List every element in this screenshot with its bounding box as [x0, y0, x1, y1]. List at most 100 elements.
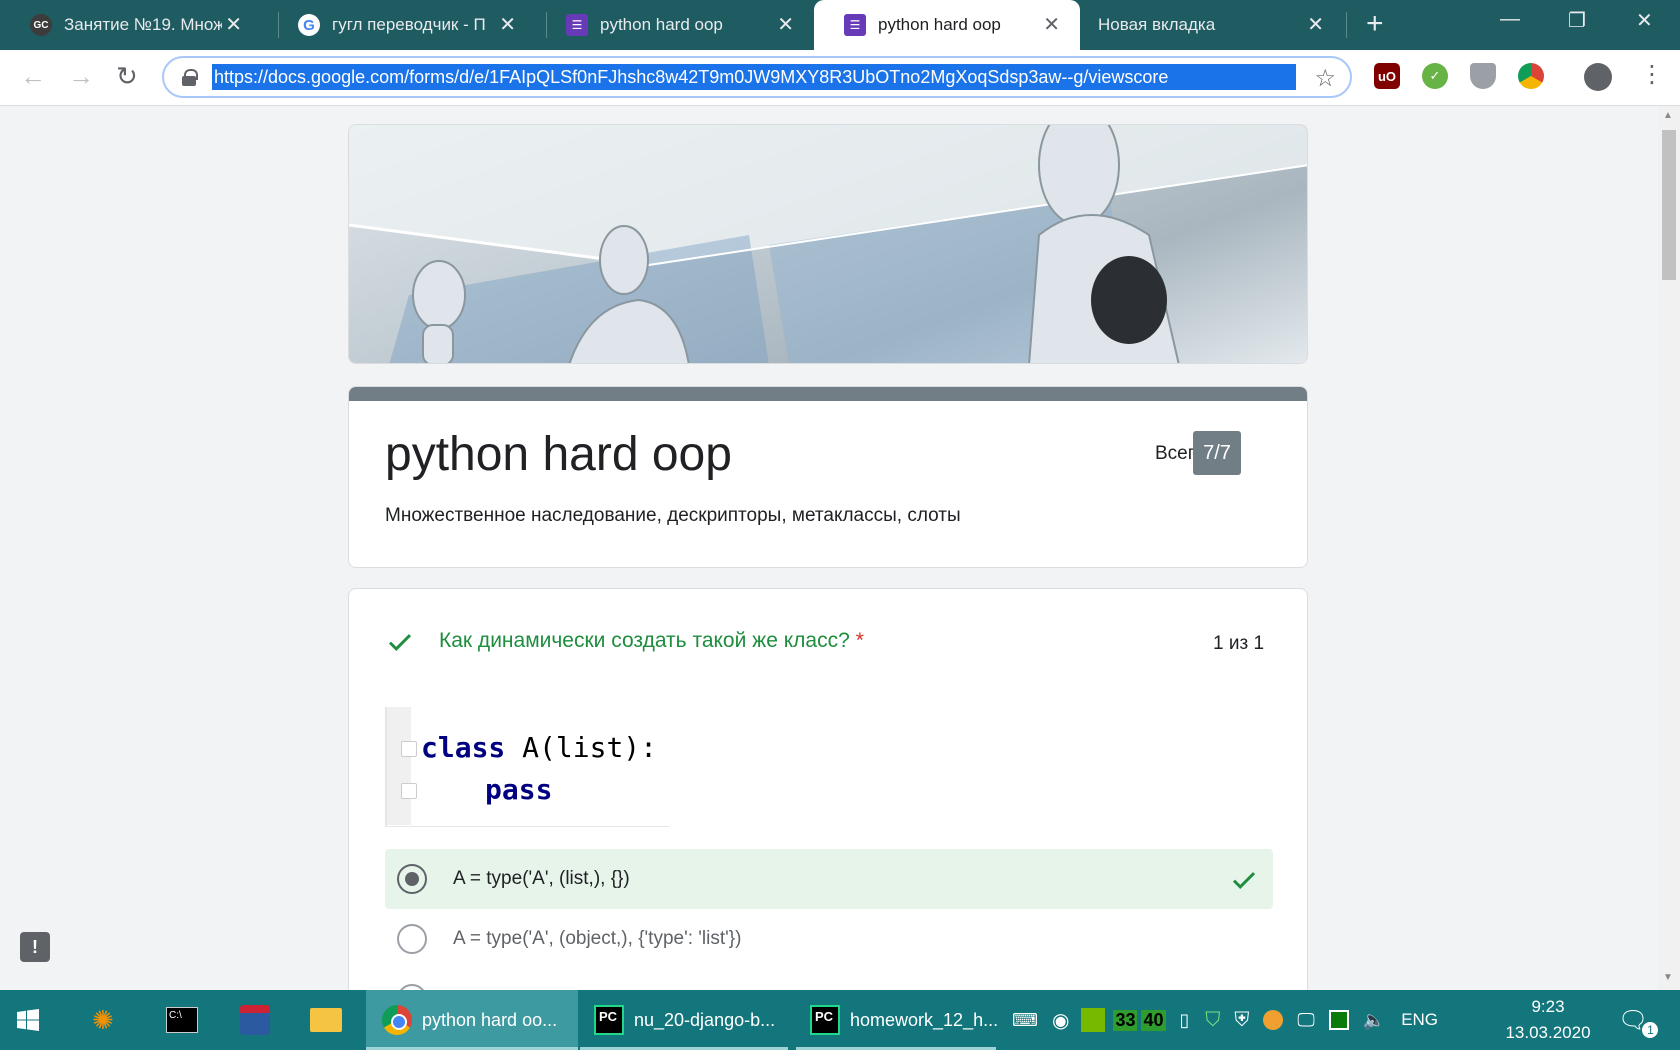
- tab-title: гугл переводчик - П: [332, 15, 486, 34]
- cpu-temp-indicator[interactable]: 40: [1141, 1009, 1166, 1031]
- lizard-app-icon[interactable]: ✺: [92, 990, 132, 1050]
- question-points: 1 из 1: [1213, 633, 1265, 654]
- close-tab-icon[interactable]: ✕: [777, 15, 794, 35]
- scroll-up-arrow-icon[interactable]: ▲: [1663, 110, 1673, 121]
- forward-button[interactable]: →: [68, 62, 94, 90]
- editor-gutter: [387, 707, 411, 825]
- page-scrollbar[interactable]: ▲ ▼: [1658, 106, 1680, 990]
- adguard-check-icon[interactable]: ✓: [1422, 63, 1448, 89]
- question-code-image: class A(list): pass: [385, 707, 669, 827]
- lock-icon[interactable]: [182, 69, 198, 86]
- taskbar-app-label: nu_20-django-b...: [634, 1009, 776, 1030]
- google-icon: G: [298, 14, 320, 36]
- tab-5[interactable]: Новая вкладка ✕: [1082, 0, 1344, 50]
- google-forms-icon: ☰: [566, 14, 588, 36]
- gc-logo-icon: GC: [30, 14, 52, 36]
- required-asterisk: *: [855, 629, 864, 652]
- address-bar[interactable]: https://docs.google.com/forms/d/e/1FAIpQ…: [162, 56, 1352, 98]
- orange-app-icon[interactable]: [1263, 1010, 1284, 1030]
- tab-title: Новая вкладка: [1098, 15, 1216, 34]
- pycharm-icon: PC: [810, 1005, 840, 1035]
- minimize-window-button[interactable]: —: [1500, 8, 1520, 31]
- fold-marker-icon: [401, 783, 417, 799]
- steam-icon[interactable]: ◉: [1052, 1008, 1069, 1033]
- chrome-menu-icon[interactable]: ⋮: [1640, 60, 1664, 90]
- gpu-temp-indicator[interactable]: 33: [1113, 1009, 1138, 1031]
- bookmark-star-icon[interactable]: ☆: [1314, 64, 1336, 93]
- chrome-extension-icon[interactable]: [1518, 63, 1544, 89]
- correct-check-icon: [388, 634, 412, 651]
- url-text[interactable]: https://docs.google.com/forms/d/e/1FAIpQ…: [212, 64, 1296, 90]
- question-card: Как динамически создать такой же класс? *…: [348, 588, 1308, 990]
- code-keyword: class: [421, 731, 506, 764]
- tab-title: python hard oop: [600, 15, 723, 34]
- fold-marker-icon: [401, 741, 417, 757]
- ext-label: uO: [1377, 68, 1397, 84]
- accent-stripe: [349, 387, 1307, 401]
- tab-4-active[interactable]: ☰ python hard oop ✕: [814, 0, 1080, 50]
- input-language[interactable]: ENG: [1401, 1010, 1438, 1030]
- taskbar-app-pycharm-2[interactable]: PC homework_12_h...: [796, 990, 999, 1050]
- question-title: Как динамически создать такой же класс? *: [439, 629, 864, 653]
- form-title: python hard oop: [385, 428, 732, 481]
- volume-icon[interactable]: 🔈: [1363, 1010, 1385, 1031]
- profile-avatar-icon[interactable]: [1584, 63, 1612, 91]
- answer-option[interactable]: A = type('A', (object,), {'type': 'list'…: [385, 909, 1273, 969]
- reload-button[interactable]: ↻: [116, 62, 138, 90]
- notification-center-button[interactable]: 🗨 1: [1618, 990, 1659, 1050]
- nvidia-icon[interactable]: [1081, 1008, 1106, 1032]
- close-tab-icon[interactable]: ✕: [499, 15, 516, 35]
- security-shield-icon[interactable]: ⛉: [1205, 1009, 1220, 1032]
- answer-option-correct[interactable]: A = type('A', (list,), {}): [385, 849, 1273, 909]
- mannequins-image: [349, 125, 1307, 363]
- shield-extension-icon[interactable]: [1470, 63, 1496, 89]
- code-keyword: pass: [485, 773, 553, 806]
- cmd-terminal-icon[interactable]: C:\: [166, 990, 206, 1050]
- new-tab-button[interactable]: +: [1366, 9, 1384, 39]
- answer-option-partial[interactable]: [385, 969, 1273, 990]
- browser-toolbar: ← → ↻ https://docs.google.com/forms/d/e/…: [0, 50, 1680, 106]
- report-feedback-icon[interactable]: !: [20, 932, 50, 962]
- form-page: python hard oop Всего 7/7 Множественное …: [0, 106, 1658, 990]
- option-label: A = type('A', (object,), {'type': 'list'…: [453, 928, 742, 949]
- clock-date: 13.03.2020: [1505, 1023, 1591, 1042]
- floppy-save-icon[interactable]: [240, 990, 280, 1050]
- total-score-badge: 7/7: [1193, 431, 1241, 475]
- usb-drive-icon[interactable]: ▯: [1180, 1010, 1190, 1031]
- close-window-button[interactable]: ✕: [1636, 8, 1653, 33]
- network-icon[interactable]: 🖵: [1297, 1010, 1314, 1031]
- scrollbar-thumb[interactable]: [1662, 130, 1676, 280]
- file-explorer-icon[interactable]: [310, 990, 350, 1050]
- question-text: Как динамически создать такой же класс?: [439, 629, 850, 652]
- radio-unselected[interactable]: [397, 924, 427, 954]
- code-text: A(list):: [505, 731, 658, 764]
- code-line-2: pass: [485, 773, 552, 806]
- windows-start-icon[interactable]: [16, 990, 56, 1050]
- green-square-icon[interactable]: [1328, 1010, 1349, 1030]
- defender-icon[interactable]: ⛨: [1234, 1009, 1249, 1032]
- scroll-down-arrow-icon[interactable]: ▼: [1663, 972, 1673, 983]
- form-description: Множественное наследование, дескрипторы,…: [385, 505, 961, 526]
- close-tab-icon[interactable]: ✕: [225, 15, 242, 35]
- taskbar-app-label: homework_12_h...: [850, 1009, 999, 1030]
- tab-1[interactable]: GC Занятие №19. Множ ✕: [0, 0, 262, 50]
- clock[interactable]: 9:23 13.03.2020: [1496, 994, 1600, 1046]
- taskbar-app-chrome[interactable]: python hard oo...: [366, 990, 578, 1050]
- windows-taskbar: ✺ C:\ python hard oo... PC nu_20-django-…: [0, 990, 1680, 1050]
- ublock-origin-icon[interactable]: uO: [1374, 63, 1400, 89]
- tab-3[interactable]: ☰ python hard oop ✕: [536, 0, 814, 50]
- google-forms-icon: ☰: [844, 14, 866, 36]
- tab-2[interactable]: G гугл переводчик - П ✕: [268, 0, 536, 50]
- ext-label: ✓: [1429, 68, 1441, 83]
- taskbar-app-pycharm-1[interactable]: PC nu_20-django-b...: [580, 990, 788, 1050]
- back-button[interactable]: ←: [20, 62, 46, 90]
- keyboard-icon[interactable]: ⌨: [1012, 1010, 1038, 1031]
- close-tab-icon[interactable]: ✕: [1043, 15, 1060, 35]
- restore-window-button[interactable]: ❐: [1568, 8, 1586, 33]
- tab-title: Занятие №19. Множ: [64, 15, 222, 34]
- radio-selected[interactable]: [397, 864, 427, 894]
- form-header-image: [348, 124, 1308, 364]
- form-header-card: python hard oop Всего 7/7 Множественное …: [348, 386, 1308, 568]
- notification-icon: 🗨: [1618, 1006, 1649, 1034]
- close-tab-icon[interactable]: ✕: [1307, 15, 1324, 35]
